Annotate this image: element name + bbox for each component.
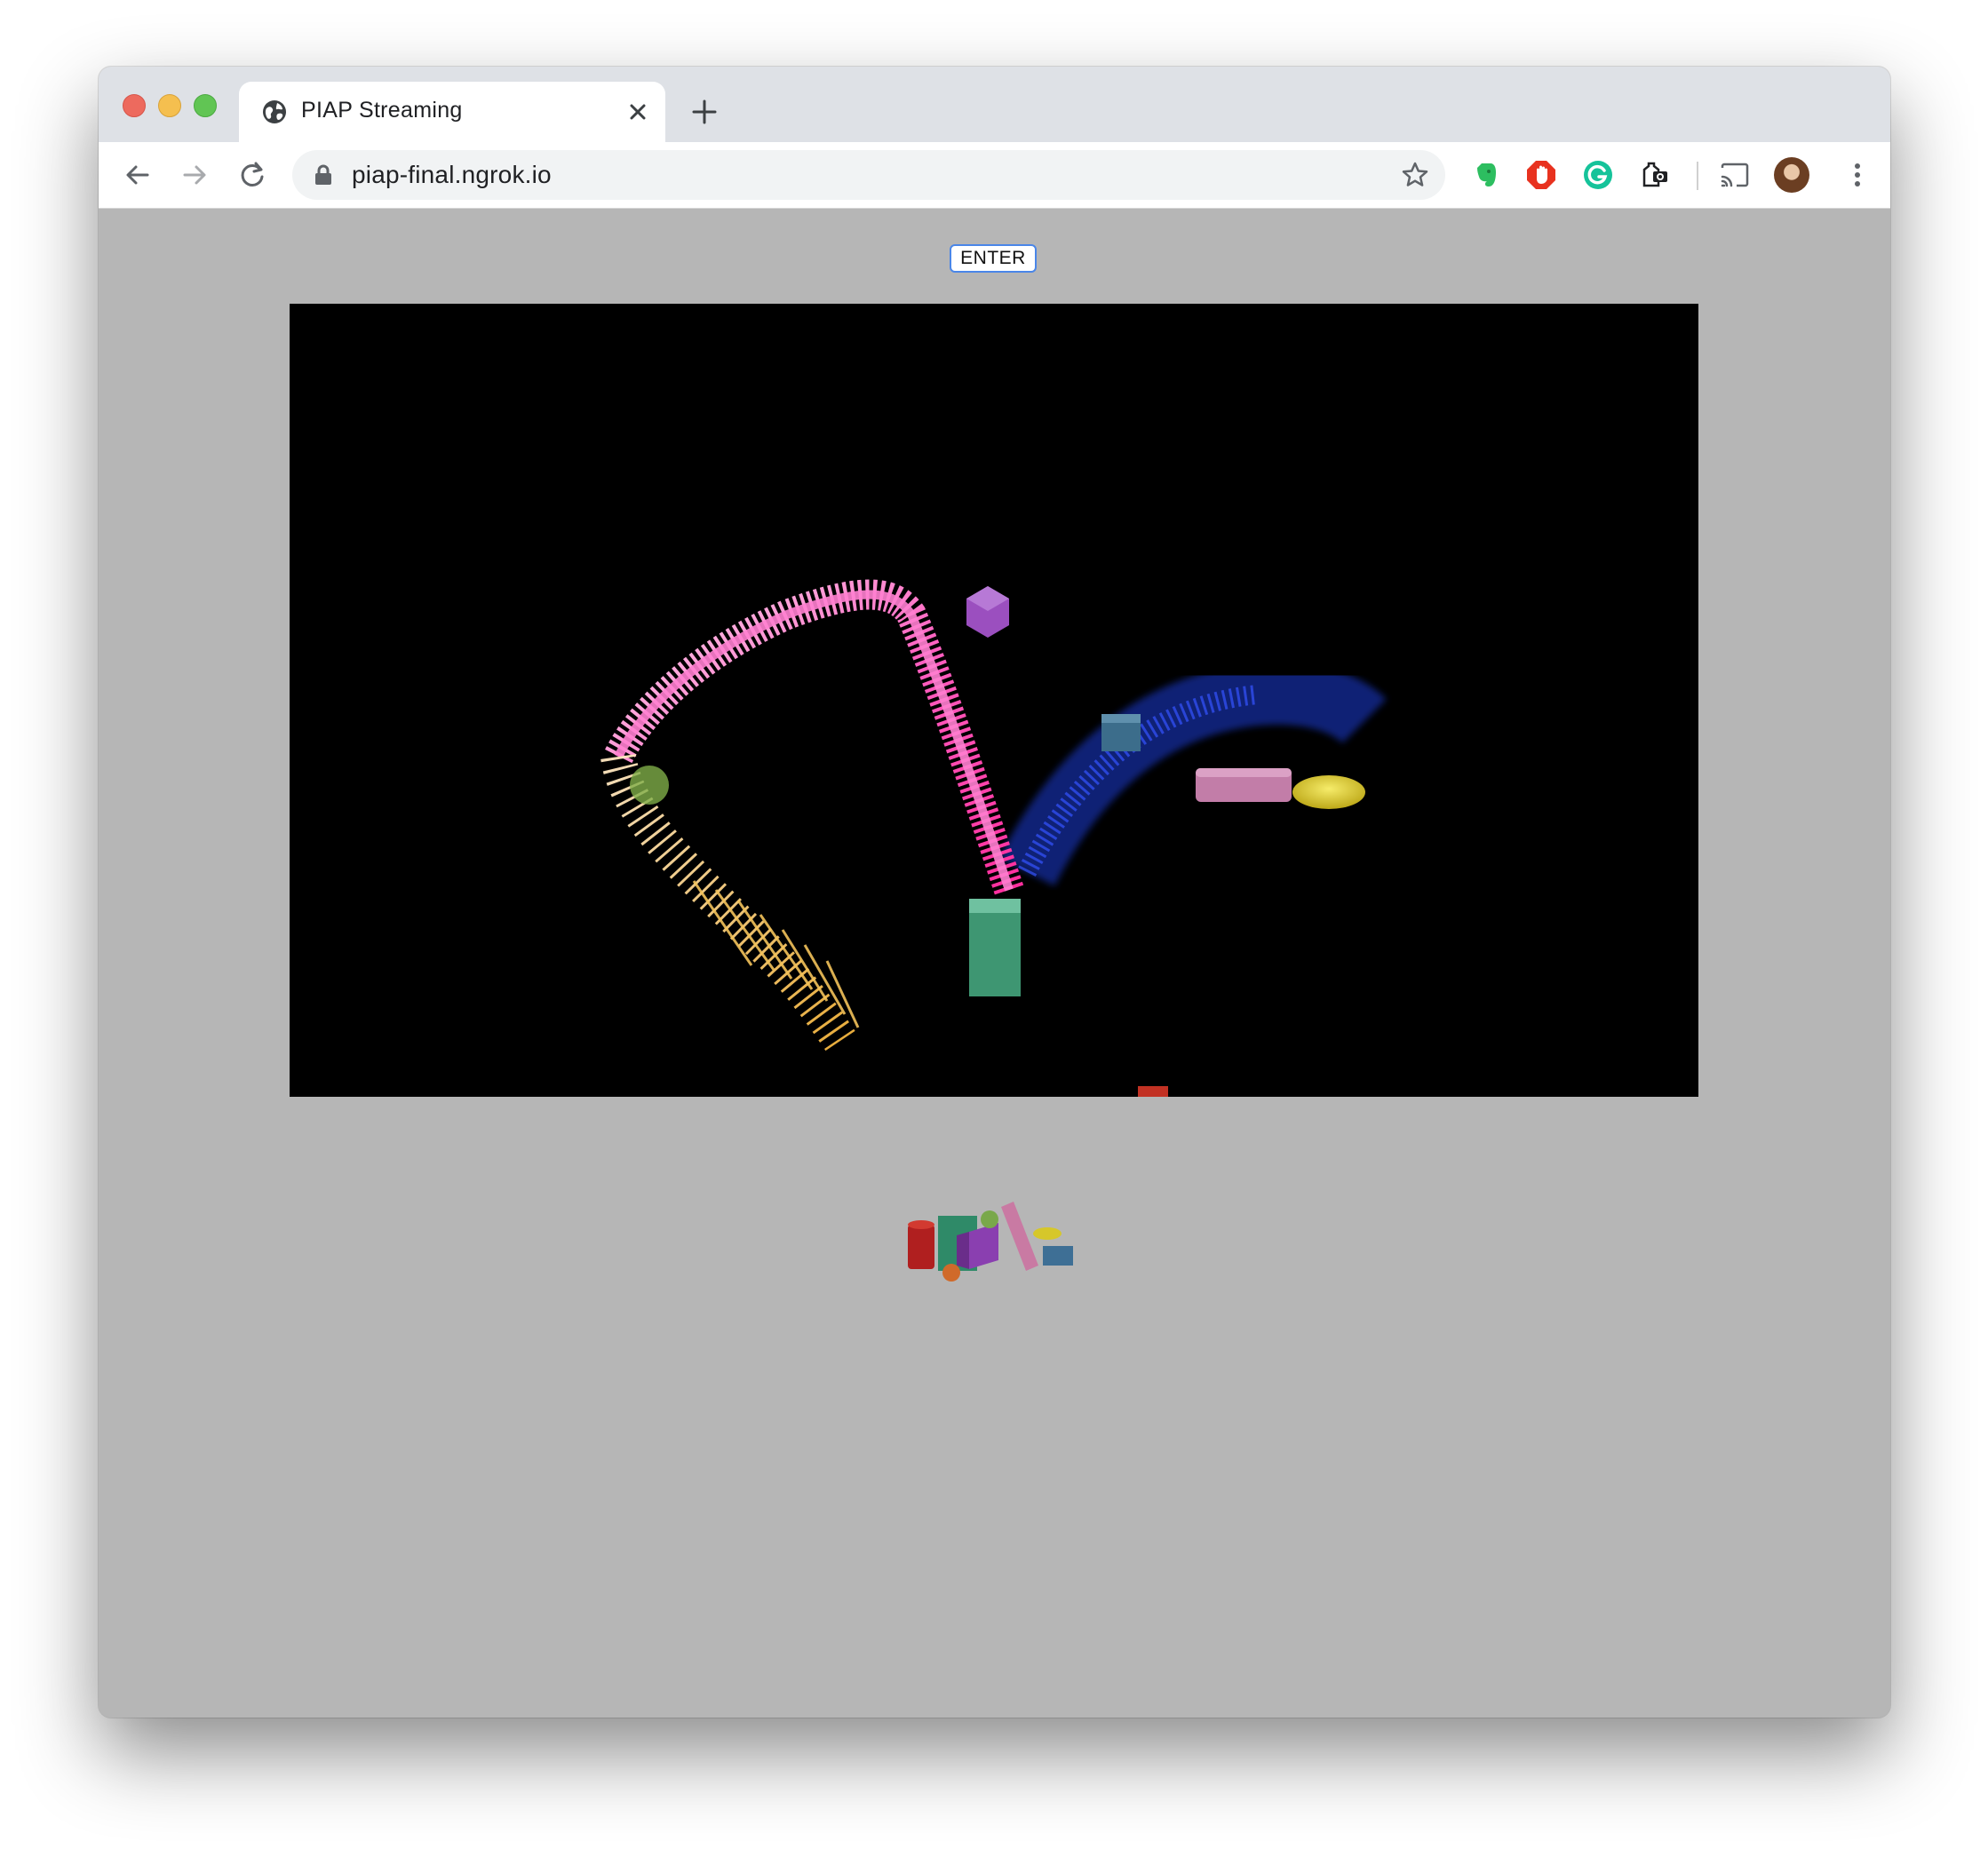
minimize-window-button[interactable] <box>158 94 181 117</box>
address-bar[interactable]: piap-final.ngrok.io <box>292 150 1445 200</box>
tab-piap-streaming[interactable]: PIAP Streaming <box>239 82 665 142</box>
tab-title: PIAP Streaming <box>301 98 463 123</box>
close-window-button[interactable] <box>123 94 146 117</box>
blue-cube <box>1101 714 1141 751</box>
url-text: piap-final.ngrok.io <box>352 161 552 188</box>
shapes-logo <box>908 1202 1073 1282</box>
grammarly-icon[interactable] <box>1582 159 1614 191</box>
yellow-ellipsoid <box>1292 775 1365 809</box>
green-sphere <box>630 766 669 805</box>
pink-particle-trail <box>604 579 1024 895</box>
maximize-window-button[interactable] <box>194 94 217 117</box>
purple-cube <box>966 586 1009 638</box>
evernote-icon[interactable] <box>1469 159 1501 191</box>
browser-window: PIAP Streaming piap-final.ngrok.io ENTER <box>99 67 1890 1718</box>
profile-avatar[interactable] <box>1774 157 1809 193</box>
adblock-icon[interactable] <box>1525 159 1557 191</box>
close-tab-icon[interactable] <box>625 99 650 124</box>
enter-button[interactable]: ENTER <box>950 244 1037 273</box>
back-arrow-icon[interactable] <box>122 159 154 191</box>
page-content: ENTER <box>99 209 1890 1718</box>
pink-cylinder <box>1196 768 1292 802</box>
extension-icon[interactable] <box>1639 159 1671 191</box>
stream-canvas[interactable] <box>290 304 1698 1097</box>
cast-icon[interactable] <box>1719 159 1751 191</box>
red-fragment <box>1138 1086 1168 1097</box>
new-tab-icon[interactable] <box>690 98 719 126</box>
scene-render <box>600 579 1387 1097</box>
tab-strip: PIAP Streaming <box>99 67 1890 142</box>
bookmark-star-icon[interactable] <box>1401 161 1429 189</box>
toolbar-separator <box>1697 162 1698 190</box>
more-menu-icon[interactable] <box>1841 159 1873 191</box>
green-box <box>969 899 1021 996</box>
reload-icon[interactable] <box>236 159 268 191</box>
forward-arrow-icon[interactable] <box>179 159 211 191</box>
globe-icon <box>263 100 286 123</box>
lock-icon <box>315 164 331 185</box>
browser-toolbar: piap-final.ngrok.io <box>99 142 1890 209</box>
